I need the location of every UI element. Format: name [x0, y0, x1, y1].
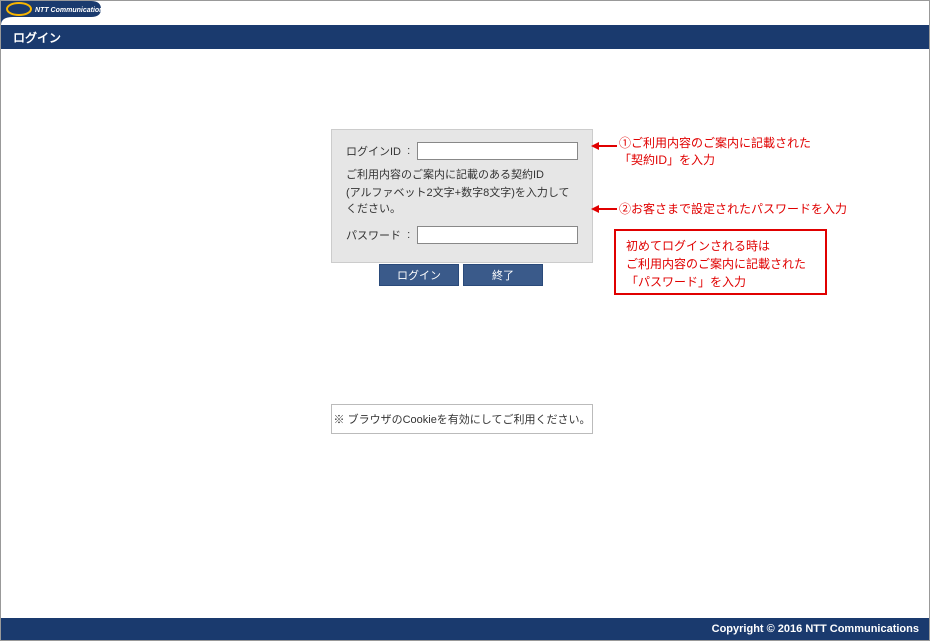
annotation-box-line2: ご利用内容のご案内に記載された — [626, 255, 815, 273]
login-id-help2: (アルファベット2文字+数字8文字)を入力してください。 — [346, 184, 578, 216]
annotation-1-line1: ①ご利用内容のご案内に記載された — [619, 135, 811, 152]
login-id-help1: ご利用内容のご案内に記載のある契約ID — [346, 166, 578, 182]
cookie-text: ※ ブラウザのCookieを有効にしてご利用ください。 — [334, 411, 591, 427]
colon: : — [407, 229, 417, 241]
footer: Copyright © 2016 NTT Communications — [1, 618, 929, 640]
annotation-1-line2: 「契約ID」を入力 — [619, 152, 811, 169]
ntt-logo: NTT Communications — [1, 1, 121, 25]
main-area: ログインID : ご利用内容のご案内に記載のある契約ID (アルファベット2文字… — [1, 49, 929, 618]
annotation-2: ②お客さまで設定されたパスワードを入力 — [619, 201, 847, 218]
annotation-1: ①ご利用内容のご案内に記載された 「契約ID」を入力 — [619, 135, 811, 169]
annotation-box-line3: 「パスワード」を入力 — [626, 273, 815, 291]
login-id-input[interactable] — [417, 142, 578, 160]
colon: : — [407, 145, 417, 157]
login-id-label: ログインID — [346, 143, 407, 159]
title-bar: ログイン — [1, 25, 929, 49]
cookie-notice: ※ ブラウザのCookieを有効にしてご利用ください。 — [331, 404, 593, 434]
logo-header: NTT Communications — [1, 1, 929, 25]
arrow-icon — [591, 141, 617, 151]
annotation-2-text: ②お客さまで設定されたパスワードを入力 — [619, 202, 847, 216]
copyright: Copyright © 2016 NTT Communications — [712, 623, 919, 635]
annotation-box-line1: 初めてログインされる時は — [626, 237, 815, 255]
annotation-box: 初めてログインされる時は ご利用内容のご案内に記載された 「パスワード」を入力 — [614, 229, 827, 295]
exit-button[interactable]: 終了 — [463, 264, 543, 286]
password-input[interactable] — [417, 226, 578, 244]
password-label: パスワード — [346, 227, 407, 243]
page-title: ログイン — [13, 29, 61, 46]
button-row: ログイン 終了 — [379, 264, 543, 286]
arrow-icon — [591, 204, 617, 214]
login-button[interactable]: ログイン — [379, 264, 459, 286]
login-panel: ログインID : ご利用内容のご案内に記載のある契約ID (アルファベット2文字… — [331, 129, 593, 263]
svg-text:NTT Communications: NTT Communications — [35, 7, 107, 14]
